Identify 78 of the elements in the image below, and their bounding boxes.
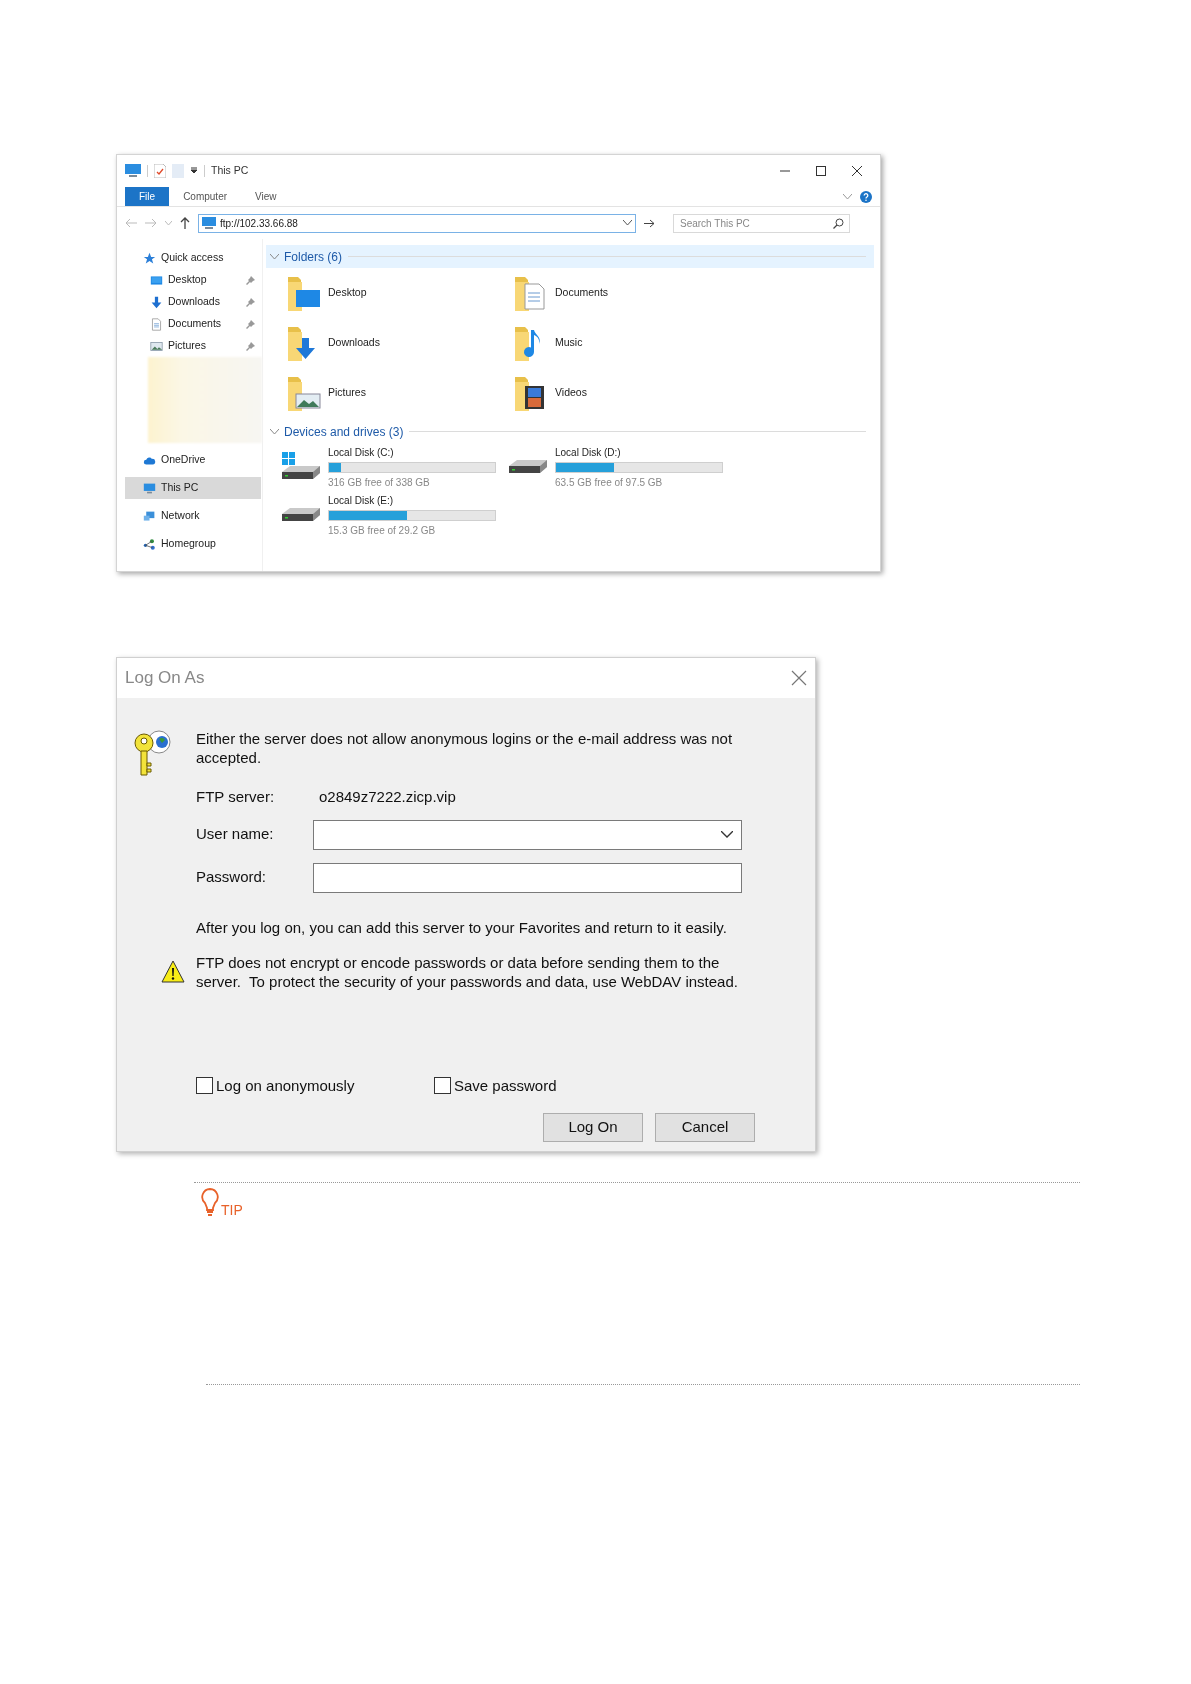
tip-label: TIP [221, 1203, 243, 1217]
dialog-button[interactable]: Cancel [655, 1113, 755, 1142]
pictures-folder-icon [286, 374, 322, 412]
drive-name[interactable]: Local Disk (E:) [328, 492, 496, 508]
server-address: o2849z7222.zicp.vip [318, 786, 456, 807]
desktop-icon [150, 273, 163, 287]
nav-item[interactable]: Homegroup [125, 533, 261, 555]
pin-icon [246, 341, 255, 351]
drive-icon [507, 459, 549, 475]
drive-name[interactable]: Local Disk (C:) [328, 444, 496, 460]
info-text: After you log on, you can add this server to your Favorites and return to it easily. [196, 918, 728, 938]
user-name-field[interactable] [313, 819, 742, 850]
nav-item[interactable]: Desktop [125, 269, 261, 291]
folder-item[interactable]: Pictures [286, 368, 406, 418]
caret-icon[interactable] [721, 831, 733, 838]
search-field[interactable]: Search This PC [673, 213, 850, 233]
field-label: Password: [196, 867, 268, 888]
maximize-icon[interactable] [816, 166, 826, 176]
dialog-title: Log On As [125, 667, 205, 690]
lightbulb-icon [200, 1187, 220, 1217]
checkbox[interactable]: Log on anonymously [196, 1074, 434, 1097]
group-header[interactable]: Devices and drives (3) [270, 422, 404, 441]
pin-icon [246, 275, 255, 285]
nav-item[interactable]: Quick access [125, 247, 261, 269]
folder-item[interactable]: Music [513, 318, 633, 368]
nav-item[interactable]: Pictures [125, 335, 261, 357]
drive-name[interactable]: Local Disk (D:) [555, 444, 723, 460]
close-button[interactable] [791, 670, 807, 686]
properties-icon[interactable] [154, 164, 166, 178]
document-icon [150, 317, 163, 331]
field-label: User name: [196, 824, 275, 845]
dialog-button[interactable]: Log On [543, 1113, 643, 1142]
pin-icon [246, 319, 255, 329]
download-arrow-icon [150, 295, 163, 309]
ribbon-tab[interactable]: View [241, 187, 291, 206]
field-label: FTP server: [196, 786, 276, 807]
warning-icon [161, 959, 185, 984]
expand-ribbon-icon[interactable] [843, 193, 852, 200]
error-message: Either the server does not allow anonymous logins or the e-mail address was not accepted. [196, 729, 734, 767]
dropdown-icon[interactable] [190, 167, 198, 175]
folder-item[interactable]: Documents [513, 268, 633, 318]
group-header[interactable]: Folders (6) [270, 247, 342, 266]
free-space-text: 63.5 GB free of 97.5 GB [555, 475, 664, 490]
nav-item[interactable]: Documents [125, 313, 261, 335]
folder-item[interactable]: Videos [513, 368, 633, 418]
password-field[interactable] [313, 862, 742, 893]
computer-icon [143, 481, 156, 495]
caret-icon[interactable] [623, 220, 632, 226]
homegroup-icon [143, 537, 156, 551]
go-arrow-icon[interactable] [644, 218, 655, 228]
free-space-text: 15.3 GB free of 29.2 GB [328, 523, 437, 538]
up-arrow-icon[interactable] [180, 217, 190, 229]
picture-icon [150, 339, 163, 353]
network-icon [143, 509, 156, 523]
pin-icon [246, 297, 255, 307]
drive-icon [280, 507, 322, 523]
nav-item[interactable]: Downloads [125, 291, 261, 313]
close-icon [791, 670, 807, 686]
computer-icon [125, 164, 141, 178]
chevron-down-icon [270, 428, 279, 435]
chevron-down-icon [270, 253, 279, 260]
computer-icon [202, 217, 216, 229]
nav-item[interactable]: OneDrive [125, 449, 261, 471]
close-icon[interactable] [852, 166, 862, 176]
warning-text: FTP does not encrypt or encode passwords or data before sending them to the server. To protect the security of your passwords and data, use WebDAV instead. [196, 952, 739, 991]
ribbon-tab[interactable]: File [125, 187, 170, 206]
folder-item[interactable]: Downloads [286, 318, 406, 368]
checkbox[interactable]: Save password [434, 1074, 557, 1097]
address-bar[interactable]: ftp://102.33.66.88 [198, 213, 636, 233]
ribbon-tab[interactable]: Computer [169, 187, 242, 206]
desktop-folder-icon [286, 274, 322, 312]
star-icon [143, 251, 156, 265]
window-title: This PC [211, 163, 249, 179]
nav-item[interactable]: Network [125, 505, 261, 527]
help-icon[interactable] [860, 190, 872, 203]
folder-item[interactable]: Desktop [286, 268, 406, 318]
nav-item[interactable]: This PC [125, 477, 261, 499]
free-space-text: 316 GB free of 338 GB [328, 475, 431, 490]
